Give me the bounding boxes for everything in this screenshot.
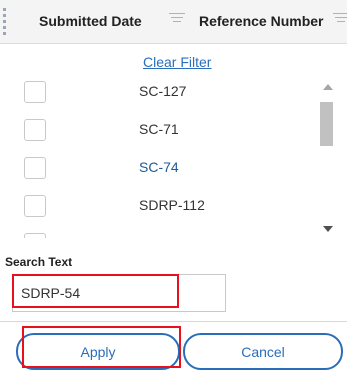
column-header-submitted-date[interactable]: Submitted Date bbox=[39, 13, 142, 29]
checkbox[interactable] bbox=[24, 195, 46, 217]
list-item[interactable]: SC-74 bbox=[0, 150, 310, 188]
column-header-reference-number[interactable]: Reference Number bbox=[199, 13, 324, 29]
apply-button[interactable]: Apply bbox=[16, 333, 180, 370]
list-item-label: SDRP-112 bbox=[139, 197, 205, 213]
filter-icon[interactable] bbox=[333, 13, 347, 29]
grid-header: Submitted Date Reference Number bbox=[0, 0, 347, 44]
scroll-thumb[interactable] bbox=[320, 102, 333, 146]
checkbox[interactable] bbox=[24, 233, 46, 238]
checkbox[interactable] bbox=[24, 157, 46, 179]
divider bbox=[0, 321, 347, 322]
checkbox[interactable] bbox=[24, 119, 46, 141]
cancel-button[interactable]: Cancel bbox=[183, 333, 343, 370]
search-text-label: Search Text bbox=[5, 255, 73, 269]
clear-filter-link[interactable]: Clear Filter bbox=[143, 54, 211, 70]
checkbox[interactable] bbox=[24, 81, 46, 103]
filter-checkbox-list: SC-127 SC-71 SC-74 SDRP-112 bbox=[0, 74, 347, 238]
search-input[interactable] bbox=[12, 274, 226, 312]
list-item-label: SC-71 bbox=[139, 121, 179, 137]
list-item-label: SC-74 bbox=[139, 159, 179, 175]
scroll-up-icon[interactable] bbox=[323, 84, 333, 90]
list-item-label: SC-127 bbox=[139, 83, 187, 99]
scroll-down-icon[interactable] bbox=[323, 226, 333, 232]
drag-grip-icon[interactable] bbox=[3, 8, 9, 36]
list-item[interactable]: SC-127 bbox=[0, 74, 310, 112]
list-item[interactable]: SC-71 bbox=[0, 112, 310, 150]
list-item[interactable]: SDRP-112 bbox=[0, 188, 310, 226]
filter-icon[interactable] bbox=[169, 13, 185, 29]
list-item[interactable] bbox=[0, 226, 310, 238]
list-scrollbar[interactable] bbox=[318, 78, 336, 238]
